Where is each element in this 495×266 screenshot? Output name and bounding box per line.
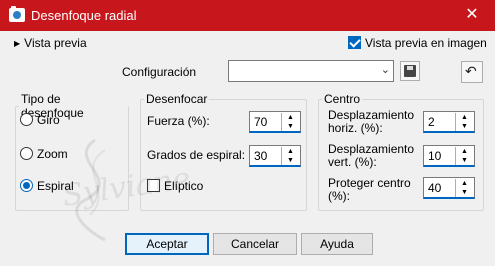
config-label: Configuración [122, 65, 197, 79]
spiral-degrees-value: 30 [254, 149, 268, 163]
radio-icon [20, 147, 33, 160]
protect-center-label: Proteger centro (%): [328, 177, 411, 203]
spiral-degrees-spinner[interactable]: 30 ▲ ▼ [249, 145, 301, 167]
preview-toggle[interactable]: ▶ Vista previa [14, 36, 87, 50]
spin-buttons[interactable]: ▲ ▼ [281, 147, 299, 165]
radio-giro[interactable]: Giro [20, 113, 60, 127]
blur-legend: Desenfocar [146, 92, 208, 106]
radio-giro-label: Giro [37, 113, 60, 127]
horiz-offset-label: Desplazamiento horiz. (%): [328, 109, 414, 135]
expand-arrow-icon: ▶ [14, 39, 21, 48]
vert-offset-label-line2: vert. (%): [328, 155, 377, 169]
preview-toggle-label: Vista previa [24, 36, 87, 50]
spiral-degrees-label: Grados de espiral: [147, 148, 246, 162]
vert-offset-value: 10 [428, 149, 442, 163]
spin-buttons[interactable]: ▲ ▼ [281, 113, 299, 131]
checkbox-checked-icon [348, 36, 361, 49]
protect-center-spinner[interactable]: 40 ▲ ▼ [423, 177, 475, 199]
horiz-offset-label-line2: horiz. (%): [328, 121, 383, 135]
vert-offset-spinner[interactable]: 10 ▲ ▼ [423, 145, 475, 167]
radio-icon [20, 113, 33, 126]
config-combo[interactable]: ⌄ [228, 60, 394, 82]
image-preview-checkbox[interactable]: Vista previa en imagen [348, 36, 487, 50]
cancel-button[interactable]: Cancelar [213, 233, 297, 255]
title-bar: Desenfoque radial ✕ [0, 0, 495, 31]
strength-spinner[interactable]: 70 ▲ ▼ [249, 111, 301, 133]
strength-label: Fuerza (%): [147, 114, 210, 128]
save-icon[interactable] [400, 61, 420, 81]
spin-buttons[interactable]: ▲ ▼ [455, 179, 473, 197]
close-button[interactable]: ✕ [449, 0, 495, 31]
radio-selected-icon [20, 179, 33, 192]
center-legend: Centro [324, 92, 361, 106]
horiz-offset-value: 2 [428, 115, 435, 129]
spin-buttons[interactable]: ▲ ▼ [455, 113, 473, 131]
spin-buttons[interactable]: ▲ ▼ [455, 147, 473, 165]
help-button[interactable]: Ayuda [301, 233, 373, 255]
strength-value: 70 [254, 115, 268, 129]
camera-icon [9, 6, 25, 22]
window-title: Desenfoque radial [31, 8, 137, 23]
image-preview-label: Vista previa en imagen [365, 36, 487, 50]
accept-button[interactable]: Aceptar [125, 233, 209, 255]
chevron-down-icon[interactable]: ⌄ [381, 63, 390, 76]
vert-offset-label: Desplazamiento vert. (%): [328, 143, 414, 169]
reset-icon[interactable]: ↶ [461, 61, 483, 83]
protect-center-label-line2: (%): [328, 189, 350, 203]
protect-center-value: 40 [428, 181, 442, 195]
horiz-offset-spinner[interactable]: 2 ▲ ▼ [423, 111, 475, 133]
